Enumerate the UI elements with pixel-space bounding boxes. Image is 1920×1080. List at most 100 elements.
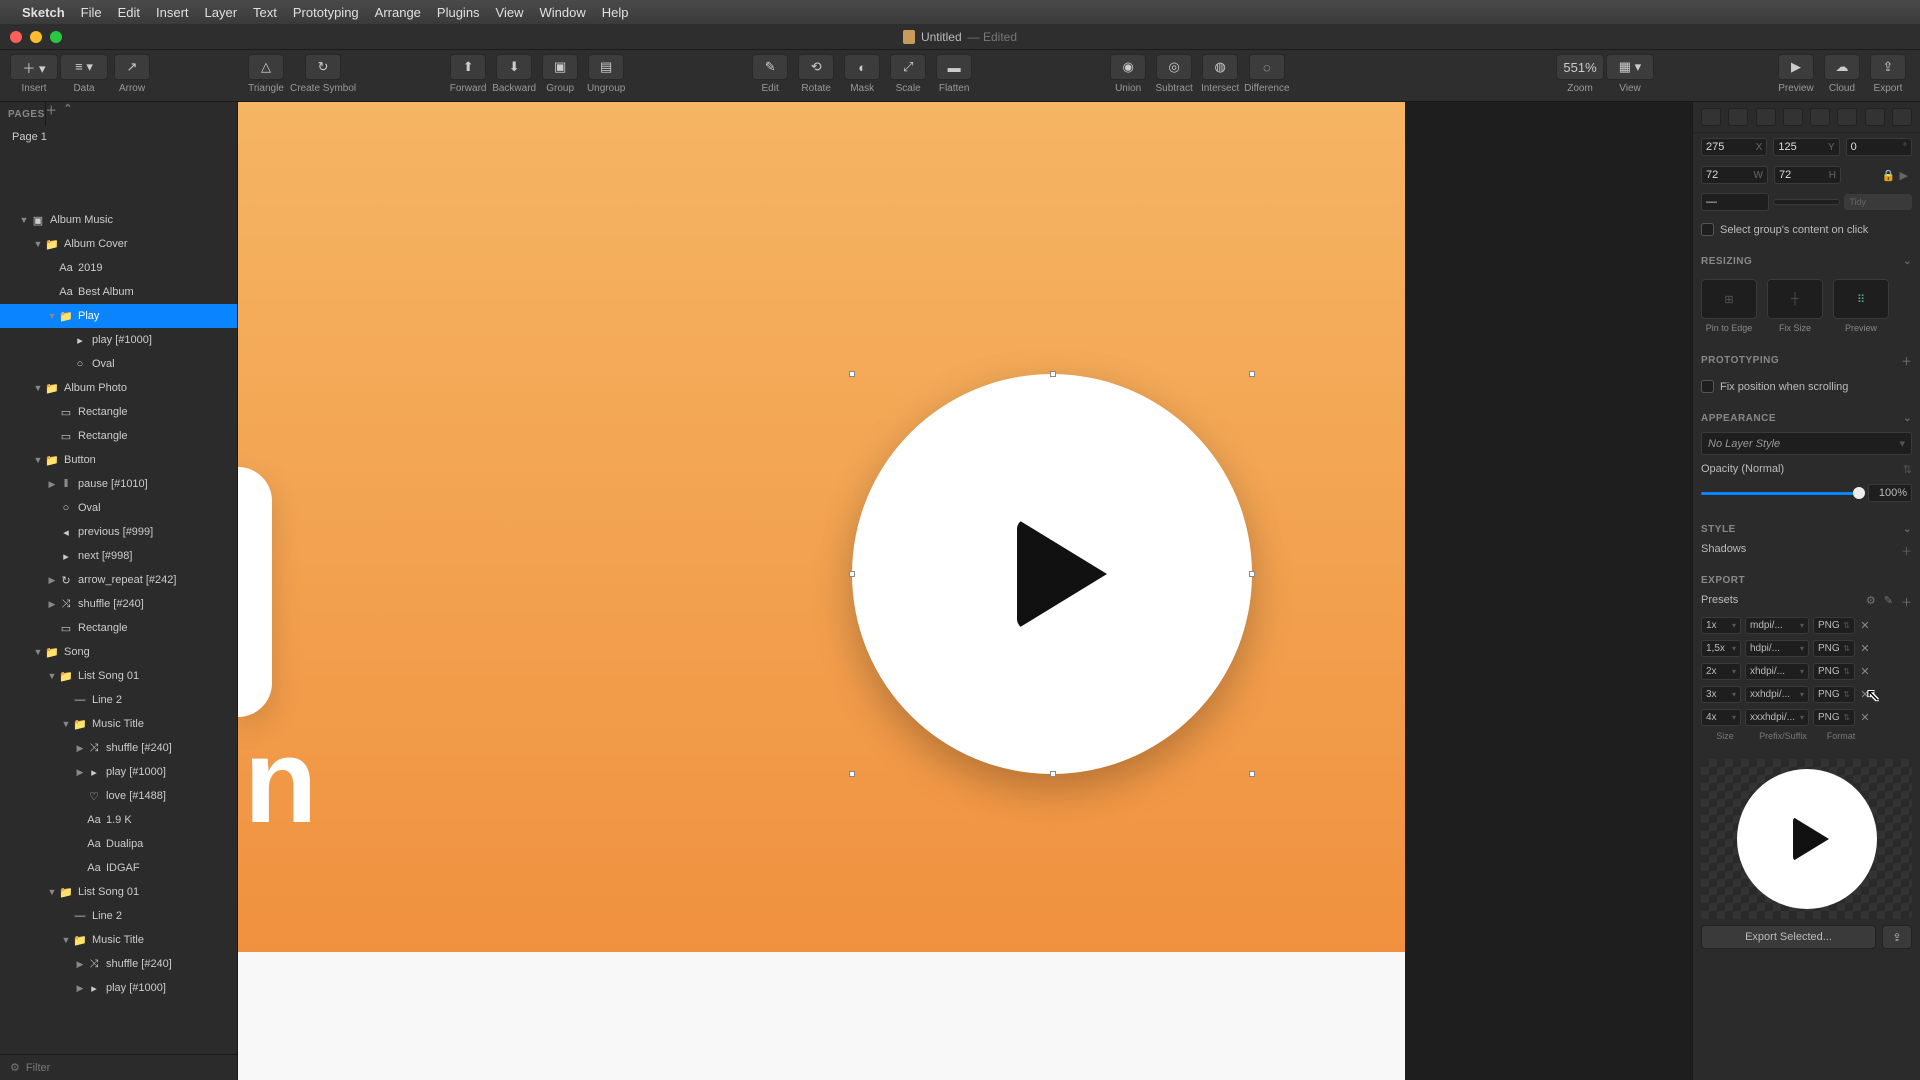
- flip-h-icon[interactable]: ▶: [1900, 169, 1908, 182]
- pin-to-edge-control[interactable]: ⊞: [1701, 279, 1757, 319]
- layer-row[interactable]: ▼📁Song: [0, 640, 237, 664]
- align-right-button[interactable]: [1756, 108, 1776, 126]
- x-field[interactable]: 275X: [1701, 138, 1767, 156]
- backward-button[interactable]: ⬇: [496, 54, 532, 80]
- chevron-down-icon[interactable]: ⌄: [1903, 413, 1912, 424]
- radius-field-2[interactable]: [1773, 199, 1841, 205]
- app-name[interactable]: Sketch: [22, 5, 65, 20]
- menu-edit[interactable]: Edit: [118, 5, 140, 20]
- subtract-button[interactable]: ◎: [1156, 54, 1192, 80]
- remove-preset-icon[interactable]: ✕: [1859, 711, 1871, 724]
- layer-row[interactable]: ▼📁Album Photo: [0, 376, 237, 400]
- export-selected-button[interactable]: Export Selected...: [1701, 925, 1876, 949]
- layer-row[interactable]: ▼📁Music Title: [0, 928, 237, 952]
- distribute-h-button[interactable]: [1865, 108, 1885, 126]
- layer-row[interactable]: ▼📁List Song 01: [0, 664, 237, 688]
- fix-position-checkbox[interactable]: [1701, 380, 1714, 393]
- opacity-value-field[interactable]: 100%: [1868, 484, 1912, 502]
- distribute-v-button[interactable]: [1892, 108, 1912, 126]
- preset-format-field[interactable]: PNG⇅: [1813, 640, 1855, 657]
- difference-button[interactable]: ◌: [1249, 54, 1285, 80]
- preset-format-field[interactable]: PNG⇅: [1813, 663, 1855, 680]
- layer-row[interactable]: ○Oval: [0, 352, 237, 376]
- create-symbol-button[interactable]: ↻: [305, 54, 341, 80]
- menu-view[interactable]: View: [496, 5, 524, 20]
- layer-row[interactable]: ◂previous [#999]: [0, 520, 237, 544]
- layer-row[interactable]: Aa1.9 K: [0, 808, 237, 832]
- preset-format-field[interactable]: PNG⇅: [1813, 686, 1855, 703]
- preset-prefix-field[interactable]: xxhdpi/...▾: [1745, 686, 1809, 703]
- layer-row[interactable]: ▶▸play [#1000]: [0, 976, 237, 1000]
- rotate-button[interactable]: ⟲: [798, 54, 834, 80]
- view-button[interactable]: ▦ ▾: [1606, 54, 1654, 80]
- preset-size-field[interactable]: 4x▾: [1701, 709, 1741, 726]
- export-button[interactable]: ⇪: [1870, 54, 1906, 80]
- menu-window[interactable]: Window: [540, 5, 586, 20]
- menu-help[interactable]: Help: [602, 5, 629, 20]
- layer-row[interactable]: ▼📁Play: [0, 304, 237, 328]
- preset-format-field[interactable]: PNG⇅: [1813, 617, 1855, 634]
- intersect-button[interactable]: ◍: [1202, 54, 1238, 80]
- forward-button[interactable]: ⬆: [450, 54, 486, 80]
- presets-settings-icon[interactable]: ⚙: [1866, 594, 1876, 610]
- selection-handle[interactable]: [849, 371, 855, 377]
- layer-row[interactable]: AaIDGAF: [0, 856, 237, 880]
- layer-row[interactable]: ▶⤨shuffle [#240]: [0, 952, 237, 976]
- layer-row[interactable]: —Line 2: [0, 688, 237, 712]
- layer-row[interactable]: Aa2019: [0, 256, 237, 280]
- triangle-tool-button[interactable]: △: [248, 54, 284, 80]
- radius-field[interactable]: —: [1701, 193, 1769, 211]
- layer-row[interactable]: ▼📁Album Cover: [0, 232, 237, 256]
- layer-style-select[interactable]: No Layer Style▾: [1701, 432, 1912, 455]
- collapse-pages-icon[interactable]: ⌃: [63, 102, 73, 118]
- remove-preset-icon[interactable]: ✕: [1859, 619, 1871, 632]
- data-button[interactable]: ≡ ▾: [60, 54, 108, 80]
- group-button[interactable]: ▣: [542, 54, 578, 80]
- insert-button[interactable]: ＋ ▾: [10, 54, 58, 80]
- layer-row[interactable]: AaBest Album: [0, 280, 237, 304]
- layer-row[interactable]: ▶▸play [#1000]: [0, 760, 237, 784]
- preview-button[interactable]: ▶: [1778, 54, 1814, 80]
- ungroup-button[interactable]: ▤: [588, 54, 624, 80]
- layer-row[interactable]: —Line 2: [0, 904, 237, 928]
- layer-row[interactable]: AaDualipa: [0, 832, 237, 856]
- lock-aspect-icon[interactable]: 🔒: [1882, 169, 1896, 182]
- align-center-h-button[interactable]: [1728, 108, 1748, 126]
- zoom-field[interactable]: 551%: [1556, 54, 1604, 80]
- window-minimize-button[interactable]: [30, 31, 42, 43]
- remove-preset-icon[interactable]: ✕: [1859, 665, 1871, 678]
- play-button-circle[interactable]: [852, 374, 1252, 774]
- canvas[interactable]: n: [238, 102, 1692, 1080]
- chevron-down-icon[interactable]: ⌄: [1903, 524, 1912, 535]
- selection-handle[interactable]: [849, 571, 855, 577]
- menu-plugins[interactable]: Plugins: [437, 5, 480, 20]
- preset-prefix-field[interactable]: mdpi/...▾: [1745, 617, 1809, 634]
- tidy-button[interactable]: Tidy: [1844, 194, 1912, 210]
- align-top-button[interactable]: [1783, 108, 1803, 126]
- mask-button[interactable]: ◐: [844, 54, 880, 80]
- layer-row[interactable]: ▸play [#1000]: [0, 328, 237, 352]
- add-page-icon[interactable]: ＋: [46, 102, 58, 118]
- presets-knife-icon[interactable]: ✎: [1884, 594, 1893, 610]
- selection-handle[interactable]: [849, 771, 855, 777]
- preset-size-field[interactable]: 2x▾: [1701, 663, 1741, 680]
- layer-row[interactable]: ▭Rectangle: [0, 424, 237, 448]
- layer-row[interactable]: ▼▣Album Music: [0, 208, 237, 232]
- layer-row[interactable]: ▸next [#998]: [0, 544, 237, 568]
- page-row[interactable]: Page 1: [0, 126, 237, 148]
- menu-prototyping[interactable]: Prototyping: [293, 5, 359, 20]
- scale-button[interactable]: ⤢: [890, 54, 926, 80]
- rotation-field[interactable]: 0°: [1846, 138, 1912, 156]
- arrow-tool-button[interactable]: ↗: [114, 54, 150, 80]
- cloud-button[interactable]: ☁: [1824, 54, 1860, 80]
- menu-text[interactable]: Text: [253, 5, 277, 20]
- chevron-down-icon[interactable]: ⌄: [1903, 256, 1912, 267]
- layer-row[interactable]: ▭Rectangle: [0, 400, 237, 424]
- layer-row[interactable]: ○Oval: [0, 496, 237, 520]
- height-field[interactable]: 72H: [1774, 166, 1841, 184]
- preset-size-field[interactable]: 3x▾: [1701, 686, 1741, 703]
- preset-prefix-field[interactable]: hdpi/...▾: [1745, 640, 1809, 657]
- window-close-button[interactable]: [10, 31, 22, 43]
- layer-row[interactable]: ▶⤨shuffle [#240]: [0, 592, 237, 616]
- align-bottom-button[interactable]: [1837, 108, 1857, 126]
